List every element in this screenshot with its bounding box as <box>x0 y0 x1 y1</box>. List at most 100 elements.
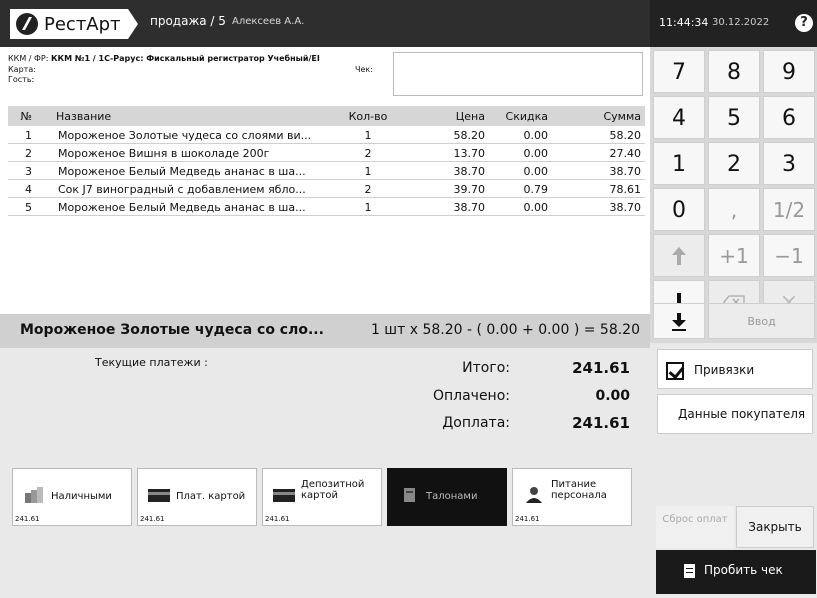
row-sum: 38.70 <box>609 165 642 178</box>
key-8[interactable]: 8 <box>708 50 760 93</box>
table-row[interactable]: 1 Мороженое Золотые чудеса со слоями ви.… <box>8 126 645 144</box>
row-name: Мороженое Вишня в шоколаде 200г <box>58 147 270 160</box>
row-name: Мороженое Белый Медведь ананас в ша... <box>58 165 306 178</box>
row-price: 38.70 <box>453 201 486 214</box>
check-label: Чек: <box>355 65 373 74</box>
receipt-icon <box>684 564 695 578</box>
row-no: 3 <box>25 165 32 178</box>
row-discount: 0.00 <box>523 165 549 178</box>
key-4[interactable]: 4 <box>653 96 705 139</box>
row-qty: 2 <box>364 183 372 196</box>
row-discount: 0.00 <box>523 201 549 214</box>
pay-staff-button[interactable]: Питание персонала 241.61 <box>512 468 632 526</box>
arrow-end-icon <box>672 313 686 331</box>
row-qty: 1 <box>364 129 372 142</box>
row-discount: 0.79 <box>523 183 549 196</box>
total-label: Итого: <box>462 360 510 376</box>
close-button[interactable]: Закрыть <box>736 506 814 548</box>
pay-cash-button[interactable]: Наличными 241.61 <box>12 468 132 526</box>
app-name: РестАрт <box>44 13 121 35</box>
row-name: Сок J7 виноградный с добавлением ябло... <box>58 183 306 196</box>
paid-label: Оплачено: <box>432 388 510 404</box>
row-discount: 0.00 <box>523 147 549 160</box>
col-sum: Сумма <box>603 110 641 123</box>
pay-deposit-button[interactable]: Депозитной картой 241.61 <box>262 468 382 526</box>
key-3[interactable]: 3 <box>763 142 815 185</box>
total-value: 241.61 <box>572 359 630 377</box>
row-no: 1 <box>25 129 32 142</box>
row-no: 4 <box>25 183 32 196</box>
pay-deposit-label: Депозитной картой <box>301 479 365 501</box>
due-label: Доплата: <box>442 415 510 431</box>
pay-card-amount: 241.61 <box>140 515 165 523</box>
kkm-value: ККМ №1 / 1С-Рарус: Фискальный регистрато… <box>51 54 320 63</box>
key-1[interactable]: 1 <box>653 142 705 185</box>
row-discount: 0.00 <box>523 129 549 142</box>
selected-item-name: Мороженое Золотые чудеса со сло... <box>20 322 324 338</box>
row-price: 13.70 <box>453 147 486 160</box>
selected-item-calc: 1 шт х 58.20 - ( 0.00 + 0.00 ) = 58.20 <box>370 322 640 338</box>
current-payments-label: Текущие платежи : <box>95 356 208 369</box>
key-6[interactable]: 6 <box>763 96 815 139</box>
table-row[interactable]: 4 Сок J7 виноградный с добавлением ябло.… <box>8 180 645 198</box>
sale-label: продажа / 5 <box>150 14 226 28</box>
reset-payments-button[interactable]: Сброс оплат <box>656 506 734 548</box>
row-name: Мороженое Золотые чудеса со слоями ви... <box>58 129 312 142</box>
key-half[interactable]: 1/2 <box>763 188 815 231</box>
bindings-checkbox[interactable]: Привязки <box>657 349 813 389</box>
card-label: Карта: <box>8 65 36 74</box>
card-icon <box>148 489 170 502</box>
key-end[interactable] <box>653 303 705 339</box>
key-enter[interactable]: Ввод <box>708 303 815 339</box>
col-no: № <box>20 110 32 123</box>
print-check-button[interactable]: Пробить чек <box>656 550 816 594</box>
row-sum: 27.40 <box>609 147 642 160</box>
row-name: Мороженое Белый Медведь ананас в ша... <box>58 201 306 214</box>
card-icon <box>273 489 295 502</box>
key-2[interactable]: 2 <box>708 142 760 185</box>
order-table: № Название Кол-во Цена Скидка Сумма 1 Мо… <box>0 103 650 335</box>
logo-icon <box>16 13 38 35</box>
table-row[interactable]: 2 Мороженое Вишня в шоколаде 200г 2 13.7… <box>8 144 645 162</box>
guest-label: Гость: <box>8 75 35 84</box>
key-9[interactable]: 9 <box>763 50 815 93</box>
cashier-name: Алексеев А.А. <box>232 16 305 27</box>
print-check-label: Пробить чек <box>704 563 783 577</box>
key-0[interactable]: 0 <box>653 188 705 231</box>
help-icon[interactable]: ? <box>795 14 813 32</box>
key-plus-one[interactable]: +1 <box>708 234 760 277</box>
table-header: № Название Кол-во Цена Скидка Сумма <box>8 106 645 126</box>
col-price: Цена <box>455 110 485 123</box>
row-qty: 1 <box>364 165 372 178</box>
pay-card-label: Плат. картой <box>176 491 246 502</box>
pay-card-button[interactable]: Плат. картой 241.61 <box>137 468 257 526</box>
arrow-up-icon <box>672 247 686 265</box>
customer-data-button[interactable]: Данные покупателя <box>657 394 813 434</box>
key-5[interactable]: 5 <box>708 96 760 139</box>
pay-cash-label: Наличными <box>51 491 112 502</box>
pay-staff-label: Питание персонала <box>551 479 607 501</box>
key-minus-one[interactable]: −1 <box>763 234 815 277</box>
row-price: 38.70 <box>453 165 486 178</box>
pay-staff-amount: 241.61 <box>515 515 540 523</box>
row-qty: 1 <box>364 201 372 214</box>
coupon-icon <box>404 488 415 502</box>
selected-item-bar: Мороженое Золотые чудеса со сло... 1 шт … <box>0 314 650 348</box>
due-value: 241.61 <box>572 414 630 432</box>
clock-time: 11:44:34 <box>659 16 709 29</box>
customer-data-label: Данные покупателя <box>678 407 806 421</box>
pay-coupon-button[interactable]: Талонами <box>387 468 507 526</box>
row-sum: 58.20 <box>609 129 642 142</box>
row-qty: 2 <box>364 147 372 160</box>
row-no: 2 <box>25 147 32 160</box>
pay-coupon-label: Талонами <box>426 491 478 502</box>
key-comma[interactable]: , <box>708 188 760 231</box>
table-row[interactable]: 3 Мороженое Белый Медведь ананас в ша...… <box>8 162 645 180</box>
check-field[interactable] <box>393 52 643 96</box>
key-up[interactable] <box>653 234 705 277</box>
key-7[interactable]: 7 <box>653 50 705 93</box>
pay-cash-amount: 241.61 <box>15 515 40 523</box>
table-row[interactable]: 5 Мороженое Белый Медведь ананас в ша...… <box>8 198 645 216</box>
row-sum: 38.70 <box>609 201 642 214</box>
bindings-label: Привязки <box>694 363 755 377</box>
